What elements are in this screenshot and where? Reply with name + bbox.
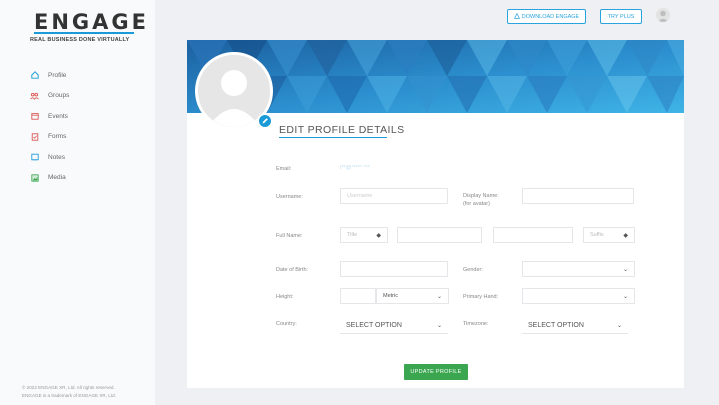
username-placeholder: Username (347, 193, 373, 199)
full-name-label: Full Name: (276, 233, 303, 239)
suffix-select-value: Suffix (590, 232, 604, 238)
sidebar-item-forms[interactable]: Forms (30, 132, 69, 142)
footer: © 2022 ENGAGE XR, Ltd. All rights reserv… (22, 384, 116, 400)
sidebar-item-label: Notes (48, 153, 65, 161)
sidebar-item-events[interactable]: Events (30, 111, 69, 121)
sidebar-item-groups[interactable]: Groups (30, 91, 69, 101)
country-select-value: SELECT OPTION (346, 322, 402, 329)
dob-input[interactable] (340, 261, 448, 277)
height-input[interactable] (340, 288, 376, 304)
media-icon (30, 173, 39, 182)
chevron-down-icon: ⌄ (622, 293, 628, 300)
try-plus-button[interactable]: TRY PLUS (600, 9, 642, 24)
chevron-down-icon: ◆ (623, 232, 628, 239)
user-icon (657, 10, 669, 22)
update-profile-label: UPDATE PROFILE (410, 369, 462, 375)
download-label: DOWNLOAD ENGAGE (521, 13, 580, 20)
display-name-input[interactable] (522, 188, 634, 204)
sidebar-item-label: Profile (48, 71, 67, 79)
chevron-down-icon: ⌄ (436, 293, 442, 300)
gender-label: Gender: (463, 267, 483, 273)
country-select[interactable]: SELECT OPTION ⌄ (340, 318, 448, 334)
sidebar-item-label: Groups (48, 92, 70, 100)
trademark-text: ENGAGE is a trademark of ENGAGE XR, Ltd. (22, 393, 116, 398)
edit-avatar-button[interactable] (257, 113, 273, 129)
sidebar-item-label: Forms (48, 133, 67, 141)
username-label: Username: (276, 194, 303, 200)
title-select[interactable]: Title ◆ (340, 227, 388, 243)
display-name-label: Display Name: (463, 193, 499, 199)
suffix-select[interactable]: Suffix ◆ (583, 227, 635, 243)
sidebar-item-profile[interactable]: Profile (30, 70, 69, 80)
sidebar-item-label: Events (48, 112, 68, 120)
primary-hand-label: Primary Hand: (463, 294, 499, 300)
sidebar-item-notes[interactable]: Notes (30, 152, 69, 162)
title-underline (279, 137, 387, 138)
country-label: Country: (276, 321, 297, 327)
home-icon (30, 71, 39, 80)
gender-select[interactable]: ⌄ (522, 261, 635, 277)
chevron-down-icon: ◆ (376, 232, 381, 239)
download-icon (513, 12, 520, 21)
form-icon (30, 132, 39, 141)
timezone-label: Timezone: (463, 321, 489, 327)
user-avatar[interactable] (656, 8, 670, 22)
chevron-down-icon: ⌄ (616, 323, 622, 329)
calendar-icon (30, 112, 39, 121)
username-input[interactable]: Username (340, 188, 448, 204)
timezone-select[interactable]: SELECT OPTION ⌄ (522, 318, 628, 334)
first-name-input[interactable] (397, 227, 482, 243)
last-name-input[interactable] (493, 227, 573, 243)
email-value: t**@*****.*** (340, 165, 371, 171)
page-title: EDIT PROFILE DETAILS (279, 124, 405, 136)
pencil-icon (262, 118, 268, 124)
dob-label: Date of Birth: (276, 267, 309, 273)
height-unit-value: Metric (383, 293, 398, 299)
try-label: TRY PLUS (607, 13, 635, 20)
chevron-down-icon: ⌄ (436, 323, 442, 329)
copyright-text: © 2022 ENGAGE XR, Ltd. All rights reserv… (22, 385, 115, 390)
download-engage-button[interactable]: DOWNLOAD ENGAGE (507, 9, 586, 24)
logo-underline (34, 32, 134, 34)
chevron-down-icon: ⌄ (622, 266, 628, 273)
primary-hand-select[interactable]: ⌄ (522, 288, 635, 304)
timezone-select-value: SELECT OPTION (528, 322, 584, 329)
sidebar-item-label: Media (48, 174, 66, 182)
height-unit-select[interactable]: Metric ⌄ (376, 288, 449, 304)
engage-logo[interactable]: ENGAGE (34, 10, 149, 34)
sidebar-item-media[interactable]: Media (30, 173, 69, 183)
sidebar-nav: Profile Groups Events Forms Notes Media (30, 70, 69, 194)
height-label: Height: (276, 294, 294, 300)
display-name-hint: (for avatar) (463, 201, 490, 207)
title-select-value: Title (347, 232, 358, 238)
notes-icon (30, 153, 39, 162)
email-label: Email: (276, 166, 292, 172)
tagline: REAL BUSINESS DONE VIRTUALLY (30, 37, 130, 43)
groups-icon (30, 91, 39, 100)
sidebar: ENGAGE REAL BUSINESS DONE VIRTUALLY Prof… (0, 0, 155, 405)
update-profile-button[interactable]: UPDATE PROFILE (404, 364, 468, 380)
